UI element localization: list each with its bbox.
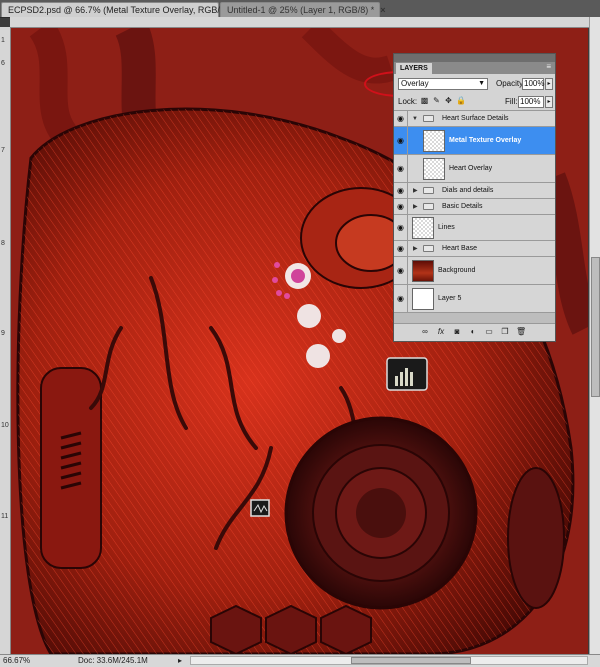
layer-thumbnail <box>423 158 445 180</box>
layer-row[interactable]: ◉ Background <box>394 257 555 285</box>
layer-name: Lines <box>438 224 455 231</box>
lock-label: Lock: <box>398 97 418 106</box>
folder-icon <box>423 245 434 252</box>
brush-lock-icon[interactable]: ✎ <box>432 96 441 105</box>
left-ruler[interactable]: 1 6 7 8 9 10 11 <box>0 27 11 654</box>
chevron-down-icon: ▼ <box>478 80 485 87</box>
fill-label: Fill: <box>505 97 518 106</box>
blend-mode-dropdown[interactable]: Overlay ▼ <box>398 78 488 90</box>
trash-icon[interactable]: 🗑 <box>516 327 526 337</box>
ruler-mark: 10 <box>1 422 9 429</box>
fill-slider-arrow-icon[interactable]: ▸ <box>545 96 553 108</box>
layer-row[interactable]: ◉ Layer 5 <box>394 285 555 313</box>
visibility-eye-icon[interactable]: ◉ <box>396 215 408 240</box>
layer-name: Background <box>438 267 476 274</box>
adjustment-icon[interactable]: ◐ <box>468 327 478 337</box>
expand-triangle-icon[interactable]: ▶ <box>413 245 418 252</box>
ruler-mark: 7 <box>1 147 5 154</box>
horizontal-scrollbar[interactable] <box>190 656 588 665</box>
ruler-mark: 8 <box>1 240 5 247</box>
close-icon[interactable]: × <box>380 5 385 15</box>
folder-icon <box>423 203 434 210</box>
layers-list: ◉ ▼ Heart Surface Details ◉ Metal Textur… <box>394 111 555 326</box>
visibility-eye-icon[interactable]: ◉ <box>396 155 408 182</box>
layer-name: Basic Details <box>442 203 483 210</box>
folder-icon <box>423 115 434 122</box>
horizontal-scroll-thumb[interactable] <box>351 657 471 664</box>
visibility-eye-icon[interactable]: ◉ <box>396 257 408 284</box>
expand-triangle-icon[interactable]: ▶ <box>413 203 418 210</box>
transparent-lock-icon[interactable]: ▩ <box>420 96 429 105</box>
lock-row: Lock: ▩ ✎ ✥ 🔒 Fill: 100% ▸ <box>394 94 555 111</box>
fx-icon[interactable]: fx <box>436 327 446 337</box>
group-icon[interactable]: ▭ <box>484 327 494 337</box>
status-bar: 66.67% Doc: 33.6M/245.1M ▸ <box>0 654 600 667</box>
expand-triangle-icon[interactable]: ▶ <box>413 187 418 194</box>
visibility-eye-icon[interactable]: ◉ <box>396 183 408 198</box>
tab-layers[interactable]: LAYERS <box>396 63 432 74</box>
tab-untitled-label: Untitled-1 @ 25% (Layer 1, RGB/8) * <box>227 5 375 15</box>
expand-triangle-icon[interactable]: ▼ <box>412 116 418 122</box>
visibility-eye-icon[interactable]: ◉ <box>396 111 408 126</box>
new-layer-icon[interactable]: ❐ <box>500 327 510 337</box>
blend-row: Overlay ▼ Opacity: 100% ▸ <box>394 74 555 94</box>
doc-size: Doc: 33.6M/245.1M <box>78 656 148 665</box>
layer-thumbnail <box>423 130 445 152</box>
layers-panel: LAYERS ≡ Overlay ▼ Opacity: 100% ▸ Lock:… <box>393 53 556 342</box>
panel-menu-icon[interactable]: ≡ <box>546 62 551 71</box>
tab-untitled-1[interactable]: Untitled-1 @ 25% (Layer 1, RGB/8) * × <box>220 2 385 17</box>
layer-row[interactable]: ◉ ▶ Heart Base <box>394 241 555 257</box>
layers-panel-toolbar: ∞ fx ◙ ◐ ▭ ❐ 🗑 <box>394 323 555 341</box>
layer-name: Dials and details <box>442 187 494 194</box>
layer-row-selected[interactable]: ◉ Metal Texture Overlay <box>394 127 555 155</box>
layer-thumbnail <box>412 288 434 310</box>
layer-name: Heart Overlay <box>449 165 493 172</box>
layer-thumbnail <box>412 217 434 239</box>
padlock-icon[interactable]: 🔒 <box>456 96 466 105</box>
blend-mode-value: Overlay <box>401 79 429 88</box>
layer-name: Heart Surface Details <box>442 115 509 122</box>
fill-field[interactable]: 100% <box>518 96 544 108</box>
status-menu-arrow-icon[interactable]: ▸ <box>178 655 182 667</box>
layer-row[interactable]: ◉ ▶ Dials and details <box>394 183 555 199</box>
vertical-scroll-thumb[interactable] <box>591 257 600 397</box>
opacity-label: Opacity: <box>496 79 526 88</box>
tab-ecpsd2[interactable]: ECPSD2.psd @ 66.7% (Metal Texture Overla… <box>1 2 245 17</box>
panel-titlebar[interactable] <box>394 54 555 62</box>
layer-row[interactable]: ◉ Lines <box>394 215 555 241</box>
layer-row[interactable]: ◉ ▼ Heart Surface Details <box>394 111 555 127</box>
layer-name: Metal Texture Overlay <box>449 137 522 144</box>
layer-row[interactable]: ◉ ▶ Basic Details <box>394 199 555 215</box>
opacity-slider-arrow-icon[interactable]: ▸ <box>545 78 553 90</box>
move-lock-icon[interactable]: ✥ <box>444 96 453 105</box>
document-tab-bar: ECPSD2.psd @ 66.7% (Metal Texture Overla… <box>0 0 600 18</box>
mask-icon[interactable]: ◙ <box>452 327 462 337</box>
layer-name: Heart Base <box>442 245 478 252</box>
opacity-field[interactable]: 100% <box>522 78 544 90</box>
top-ruler[interactable] <box>10 17 590 28</box>
layer-thumbnail <box>412 260 434 282</box>
visibility-eye-icon[interactable]: ◉ <box>396 241 408 256</box>
ruler-mark: 9 <box>1 330 5 337</box>
visibility-eye-icon[interactable]: ◉ <box>396 199 408 214</box>
layer-name: Layer 5 <box>438 295 462 302</box>
tab-ecpsd2-label: ECPSD2.psd @ 66.7% (Metal Texture Overla… <box>8 5 234 15</box>
folder-icon <box>423 187 434 194</box>
ruler-mark: 1 <box>1 37 5 44</box>
layer-row[interactable]: ◉ Heart Overlay <box>394 155 555 183</box>
visibility-eye-icon[interactable]: ◉ <box>396 285 408 312</box>
visibility-eye-icon[interactable]: ◉ <box>396 127 408 154</box>
ruler-mark: 11 <box>1 513 9 520</box>
link-icon[interactable]: ∞ <box>420 327 430 337</box>
ruler-mark: 6 <box>1 60 5 67</box>
panel-tab-strip: LAYERS ≡ <box>394 62 555 74</box>
zoom-level[interactable]: 66.67% <box>3 655 30 667</box>
vertical-scrollbar[interactable] <box>589 17 600 654</box>
